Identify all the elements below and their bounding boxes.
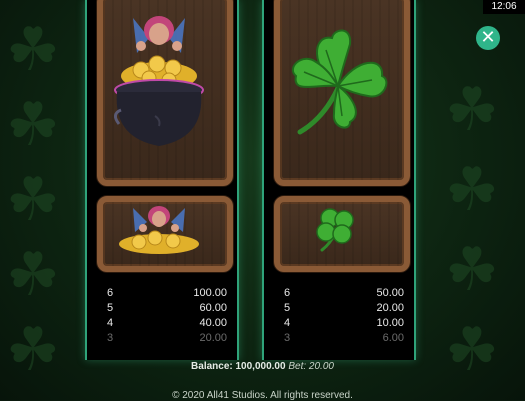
payout-amount: 40.00: [199, 317, 227, 329]
payout-amount: 20.00: [376, 302, 404, 314]
paytable-row: 5 20.00: [284, 301, 404, 316]
paytable-row: 4 10.00: [284, 316, 404, 331]
bet-value: 20.00: [308, 361, 334, 372]
match-count: 6: [284, 287, 291, 299]
background-clover-icon: ☘: [6, 15, 60, 85]
background-clover-icon: ☘: [445, 155, 499, 225]
balance-value: 100,000.00: [235, 361, 286, 372]
match-count: 3: [284, 332, 291, 344]
paytable-row: 3 20.00: [107, 331, 227, 346]
close-icon: ✕: [480, 27, 496, 48]
status-bar-time: 12:06: [483, 0, 525, 14]
symbol-panel-fairy: 6 100.00 5 60.00 4 40.00 3 20.00: [85, 0, 239, 360]
symbol-card-small: [97, 196, 233, 272]
fairy-pot-of-gold-icon: [114, 16, 204, 146]
fairy-pot-of-gold-icon: [119, 206, 199, 254]
payout-amount: 100.00: [193, 287, 227, 299]
paytable-row: 6 100.00: [107, 286, 227, 301]
four-leaf-clover-icon: [291, 29, 388, 135]
background-clover-icon: ☘: [6, 90, 60, 160]
balance-bar: Balance: 100,000.00 Bet: 20.00: [0, 361, 525, 372]
symbol-card-large: [97, 0, 233, 186]
symbol-card-small: [274, 196, 410, 272]
background-clover-icon: ☘: [6, 165, 60, 235]
paytable-row: 5 60.00: [107, 301, 227, 316]
match-count: 4: [107, 317, 114, 329]
copyright-text: © 2020 All41 Studios. All rights reserve…: [172, 390, 353, 401]
payout-amount: 6.00: [382, 332, 404, 344]
four-leaf-clover-icon: [316, 208, 354, 252]
payout-amount: 20.00: [199, 332, 227, 344]
match-count: 3: [107, 332, 114, 344]
payout-amount: 10.00: [376, 317, 404, 329]
balance-label: Balance:: [191, 361, 233, 372]
symbol-panel-clover: 6 50.00 5 20.00 4 10.00 3 6.00: [262, 0, 416, 360]
background-clover-icon: ☘: [445, 75, 499, 145]
symbol-card-large: [274, 0, 410, 186]
match-count: 4: [284, 317, 291, 329]
payout-amount: 50.00: [376, 287, 404, 299]
paytable: 6 100.00 5 60.00 4 40.00 3 20.00: [107, 286, 227, 346]
payout-amount: 60.00: [199, 302, 227, 314]
bet-label: Bet:: [288, 361, 307, 372]
background-clover-icon: ☘: [6, 240, 60, 310]
paytable-row: 4 40.00: [107, 316, 227, 331]
paytable: 6 50.00 5 20.00 4 10.00 3 6.00: [284, 286, 404, 346]
match-count: 5: [284, 302, 291, 314]
paytable-row: 3 6.00: [284, 331, 404, 346]
background-clover-icon: ☘: [445, 235, 499, 305]
close-button[interactable]: ✕: [476, 26, 500, 50]
match-count: 5: [107, 302, 114, 314]
paytable-row: 6 50.00: [284, 286, 404, 301]
match-count: 6: [107, 287, 114, 299]
